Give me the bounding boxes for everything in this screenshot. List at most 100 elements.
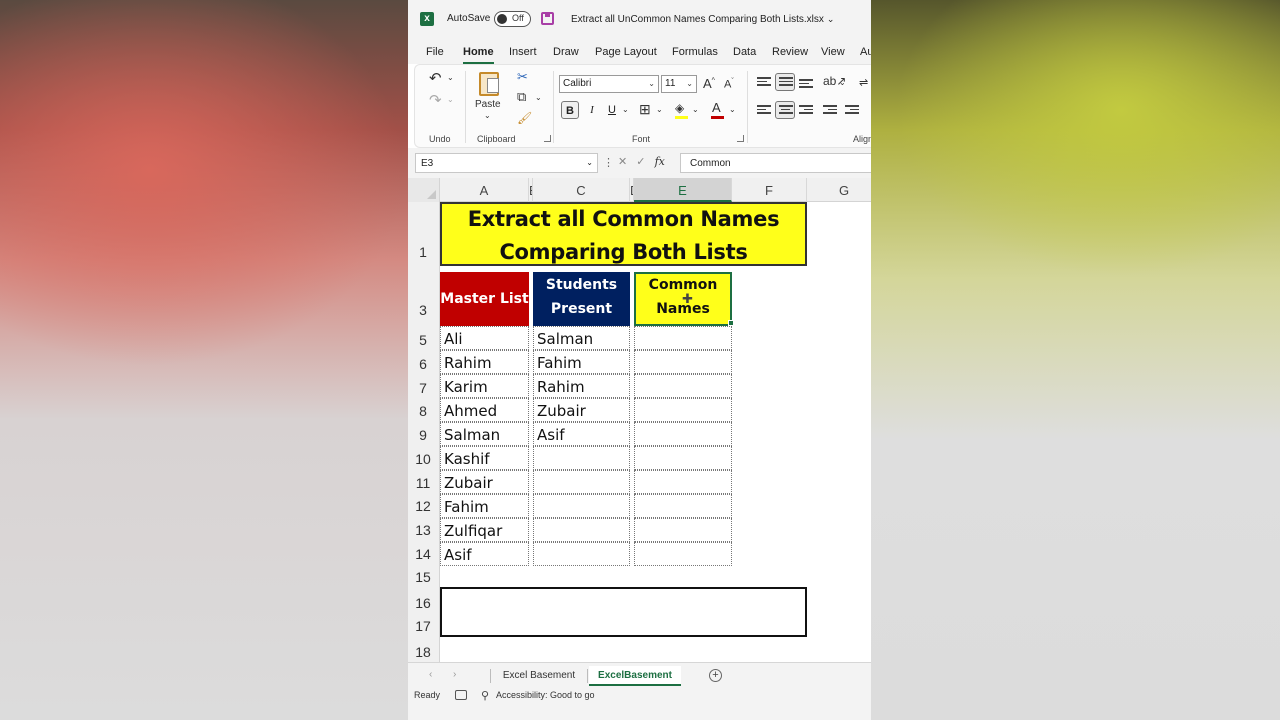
- chevron-down-icon[interactable]: ⌄: [447, 95, 454, 104]
- master-list-cell[interactable]: Salman: [440, 422, 529, 446]
- sheet-title-block[interactable]: Extract all Common Names Comparing Both …: [440, 202, 807, 266]
- chevron-down-icon[interactable]: ⌄: [839, 78, 846, 87]
- common-names-cell[interactable]: [634, 446, 732, 470]
- copy-icon[interactable]: ⧉: [517, 89, 526, 105]
- row-header[interactable]: 5: [408, 332, 438, 348]
- cut-icon[interactable]: ✂: [517, 69, 528, 85]
- empty-bordered-range[interactable]: [440, 587, 807, 637]
- row-header[interactable]: 10: [408, 451, 438, 467]
- row-header[interactable]: 15: [408, 569, 438, 585]
- insert-function-icon[interactable]: fx: [655, 155, 665, 168]
- font-size-select[interactable]: 11 ⌄: [661, 75, 697, 93]
- tab-file[interactable]: File: [426, 46, 444, 58]
- row-header[interactable]: 9: [408, 427, 438, 443]
- tab-view[interactable]: View: [821, 46, 845, 58]
- column-header-c[interactable]: C: [533, 178, 630, 202]
- formula-input[interactable]: Common: [680, 153, 871, 173]
- chevron-down-icon[interactable]: ⌄: [729, 105, 736, 114]
- common-names-cell[interactable]: [634, 350, 732, 374]
- row-header[interactable]: 3: [408, 302, 438, 318]
- students-present-cell[interactable]: [533, 470, 630, 494]
- status-accessibility[interactable]: Accessibility: Good to go: [496, 690, 595, 700]
- chevron-down-icon[interactable]: ⌄: [656, 105, 663, 114]
- students-present-cell[interactable]: Salman: [533, 326, 630, 350]
- undo-icon[interactable]: ↶: [429, 69, 442, 87]
- name-box[interactable]: E3 ⌄: [415, 153, 598, 173]
- align-middle-button[interactable]: [775, 73, 795, 91]
- tab-data[interactable]: Data: [733, 46, 756, 58]
- tab-page-layout[interactable]: Page Layout: [595, 46, 657, 58]
- row-header[interactable]: 1: [408, 244, 438, 260]
- common-names-cell[interactable]: [634, 518, 732, 542]
- row-header[interactable]: 7: [408, 380, 438, 396]
- students-present-cell[interactable]: [533, 446, 630, 470]
- row-header[interactable]: 14: [408, 546, 438, 562]
- column-header-f[interactable]: F: [732, 178, 807, 202]
- paste-button[interactable]: Paste ⌄: [473, 71, 507, 121]
- master-list-cell[interactable]: Rahim: [440, 350, 529, 374]
- align-top-icon[interactable]: [757, 77, 771, 89]
- chevron-down-icon[interactable]: ⌄: [692, 105, 699, 114]
- autosave-toggle[interactable]: Off: [494, 11, 531, 27]
- grow-font-button[interactable]: A^: [703, 76, 715, 91]
- students-present-cell[interactable]: Asif: [533, 422, 630, 446]
- cancel-icon[interactable]: ✕: [618, 156, 627, 168]
- borders-icon[interactable]: ⊞: [639, 101, 651, 118]
- common-names-cell[interactable]: [634, 398, 732, 422]
- row-header[interactable]: 18: [408, 644, 438, 660]
- common-names-cell[interactable]: [634, 470, 732, 494]
- wrap-text-icon[interactable]: ⇌: [859, 76, 868, 89]
- shrink-font-button[interactable]: Aˇ: [724, 78, 734, 91]
- row-header[interactable]: 6: [408, 356, 438, 372]
- common-names-cell[interactable]: [634, 422, 732, 446]
- row-header[interactable]: 16: [408, 595, 438, 611]
- font-name-select[interactable]: Calibri ⌄: [559, 75, 659, 93]
- add-sheet-icon[interactable]: +: [709, 669, 722, 682]
- students-present-cell[interactable]: [533, 494, 630, 518]
- decrease-indent-icon[interactable]: [823, 105, 837, 117]
- fill-color-icon[interactable]: ◈: [675, 101, 688, 119]
- sheet-tab-excel-basement[interactable]: Excel Basement: [494, 666, 584, 686]
- tab-home[interactable]: Home: [463, 46, 494, 64]
- header-cell-students-present[interactable]: Students Present: [533, 272, 630, 326]
- master-list-cell[interactable]: Fahim: [440, 494, 529, 518]
- enter-icon[interactable]: ✓: [636, 156, 645, 168]
- common-names-cell[interactable]: [634, 542, 732, 566]
- align-center-button[interactable]: [775, 101, 795, 119]
- column-header-g[interactable]: G: [807, 178, 871, 202]
- students-present-cell[interactable]: [533, 518, 630, 542]
- row-header[interactable]: 11: [408, 475, 438, 491]
- common-names-cell[interactable]: [634, 326, 732, 350]
- students-present-cell[interactable]: [533, 542, 630, 566]
- header-cell-master-list[interactable]: Master List: [440, 272, 529, 326]
- chevron-down-icon[interactable]: ⌄: [535, 93, 542, 102]
- align-left-icon[interactable]: [757, 105, 771, 117]
- master-list-cell[interactable]: Zulfiqar: [440, 518, 529, 542]
- row-header[interactable]: 8: [408, 403, 438, 419]
- column-header-a[interactable]: A: [440, 178, 529, 202]
- column-header-e[interactable]: E: [634, 178, 732, 202]
- underline-button[interactable]: U: [603, 101, 621, 119]
- tab-review[interactable]: Review: [772, 46, 808, 58]
- bold-button[interactable]: B: [561, 101, 579, 119]
- master-list-cell[interactable]: Zubair: [440, 470, 529, 494]
- align-right-icon[interactable]: [799, 105, 813, 117]
- dialog-launcher-icon[interactable]: [737, 135, 744, 142]
- students-present-cell[interactable]: Rahim: [533, 374, 630, 398]
- chevron-down-icon[interactable]: ⌄: [447, 73, 454, 82]
- align-bottom-icon[interactable]: [799, 79, 813, 91]
- increase-indent-icon[interactable]: [845, 105, 859, 117]
- row-header[interactable]: 17: [408, 618, 438, 634]
- master-list-cell[interactable]: Ahmed: [440, 398, 529, 422]
- dialog-launcher-icon[interactable]: [544, 135, 551, 142]
- students-present-cell[interactable]: Fahim: [533, 350, 630, 374]
- italic-button[interactable]: I: [583, 101, 601, 119]
- tab-automate[interactable]: Au: [860, 46, 871, 58]
- redo-icon[interactable]: ↷: [429, 91, 442, 109]
- master-list-cell[interactable]: Ali: [440, 326, 529, 350]
- next-sheet-icon[interactable]: ›: [453, 669, 456, 680]
- chevron-down-icon[interactable]: ⌄: [622, 105, 629, 114]
- prev-sheet-icon[interactable]: ‹: [429, 669, 432, 680]
- format-painter-icon[interactable]: 🖌: [517, 111, 532, 125]
- common-names-cell[interactable]: [634, 494, 732, 518]
